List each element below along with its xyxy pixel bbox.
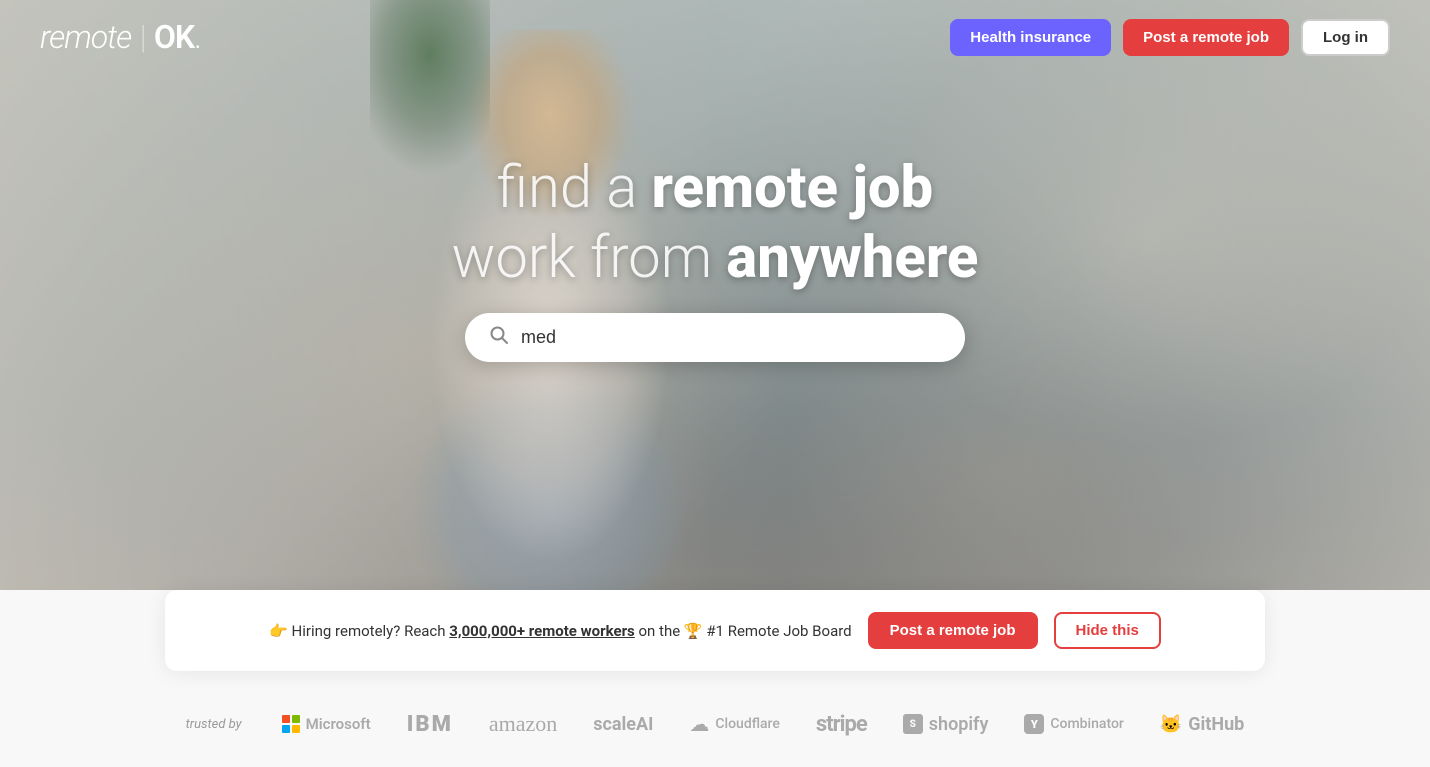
nav-actions: Health insurance Post a remote job Log i… [950,19,1390,56]
site-logo: remote | OK. [40,18,201,56]
hero-title-line2-bold: anywhere [726,224,978,292]
hero-title-line2-plain: work from [452,224,727,292]
microsoft-logo: Microsoft [282,715,371,733]
trusted-by-label: trusted by [186,717,242,732]
github-cat-icon: 🐱 [1160,714,1182,735]
banner-text-suffix: on the [635,622,684,640]
banner-wrapper: 👉 Hiring remotely? Reach 3,000,000+ remo… [0,590,1430,671]
post-remote-job-button-banner[interactable]: Post a remote job [868,612,1038,649]
ycombinator-logo: Y Combinator [1024,714,1123,734]
shopify-bag-icon: S [903,714,923,734]
trusted-logos: Microsoft IBM amazon scaleAI ☁ Cloudflar… [282,711,1245,737]
search-input[interactable] [521,327,941,348]
scaleai-logo: scaleAI [593,714,653,735]
shopify-logo: S shopify [903,714,989,735]
amazon-logo-text: amazon [489,711,557,737]
login-button[interactable]: Log in [1301,19,1390,56]
banner-text-bold: 3,000,000+ remote workers [449,622,635,640]
hero-title-line1-bold: remote job [651,154,933,222]
search-bar [465,313,965,362]
github-logo-text: GitHub [1188,714,1244,735]
hide-this-button[interactable]: Hide this [1054,612,1161,649]
trusted-by-section: trusted by Microsoft IBM amazon scaleAI … [0,671,1430,767]
microsoft-logo-icon [282,715,300,733]
top-navigation: remote | OK. Health insurance Post a rem… [0,0,1430,74]
hero-section: remote | OK. Health insurance Post a rem… [0,0,1430,590]
shopify-logo-text: shopify [929,714,989,735]
banner-text-board: #1 Remote Job Board [703,622,852,640]
hero-title-line1-plain: find a [497,154,652,222]
post-remote-job-button-nav[interactable]: Post a remote job [1123,19,1289,56]
ycombinator-logo-text: Combinator [1050,716,1123,732]
cloudflare-cloud-icon: ☁ [689,712,709,736]
amazon-logo: amazon [489,711,557,737]
ibm-logo: IBM [407,712,453,737]
hiring-banner: 👉 Hiring remotely? Reach 3,000,000+ remo… [165,590,1265,671]
banner-text-plain: Hiring remotely? Reach [288,622,449,640]
search-icon [489,325,509,350]
microsoft-logo-text: Microsoft [306,715,371,733]
hero-content: find a remote job work from anywhere [452,154,979,362]
banner-emoji-point: 👉 [269,622,288,640]
cloudflare-logo: ☁ Cloudflare [689,712,779,736]
health-insurance-button[interactable]: Health insurance [950,19,1111,56]
banner-text: 👉 Hiring remotely? Reach 3,000,000+ remo… [269,622,852,640]
ibm-logo-text: IBM [407,712,453,737]
ycombinator-box-icon: Y [1024,714,1044,734]
github-logo: 🐱 GitHub [1160,714,1244,735]
hero-title: find a remote job work from anywhere [452,154,979,293]
stripe-logo-text: stripe [816,712,867,737]
stripe-logo: stripe [816,712,867,737]
banner-emoji-trophy: 🏆 [684,622,703,640]
cloudflare-logo-text: Cloudflare [715,716,779,732]
scaleai-logo-text: scaleAI [593,714,653,735]
